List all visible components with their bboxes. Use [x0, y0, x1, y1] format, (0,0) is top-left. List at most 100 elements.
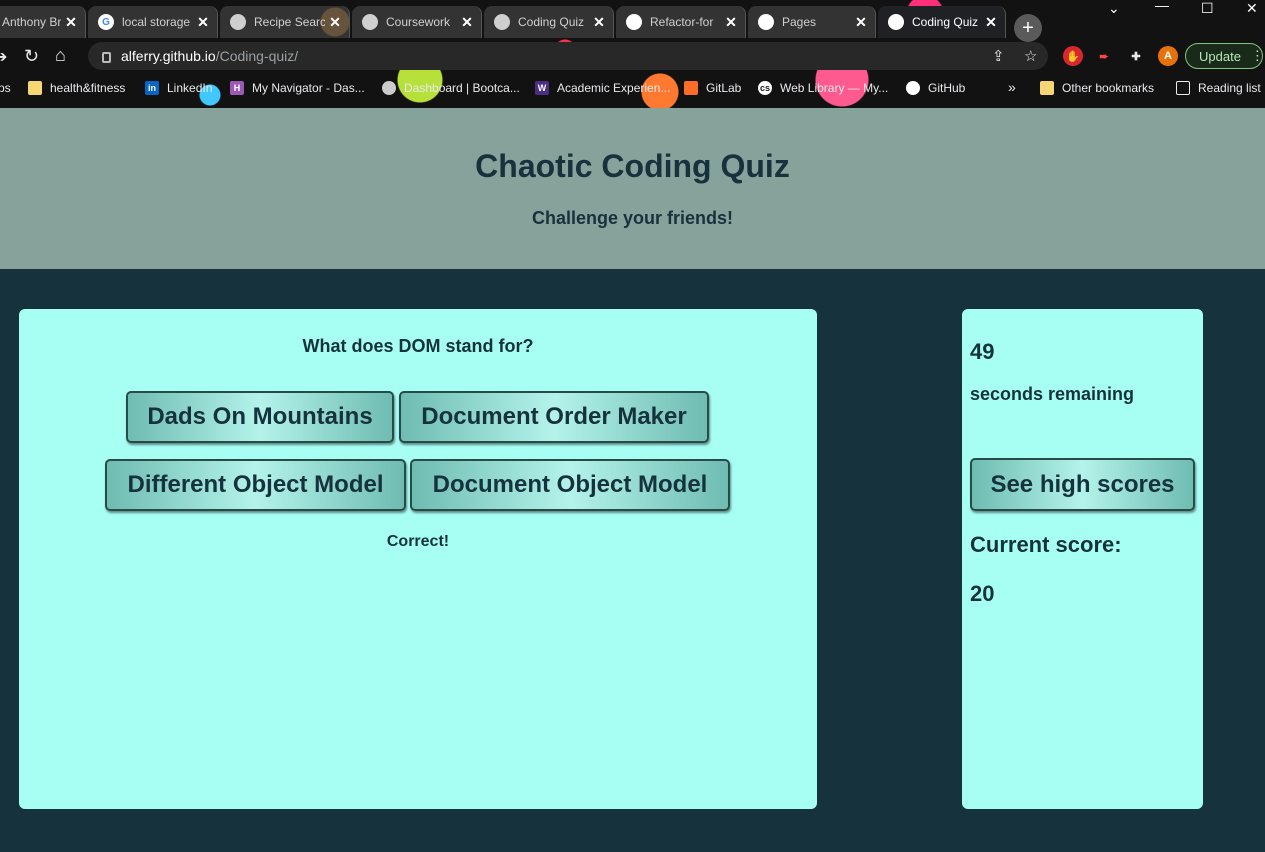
close-icon[interactable]: ✕ — [721, 14, 741, 31]
bookmark-gitlab[interactable]: GitLab — [684, 81, 741, 95]
reload-icon[interactable]: ↻ — [24, 46, 39, 67]
bookmark-web-library[interactable]: cs Web Library — My... — [758, 81, 888, 95]
close-icon[interactable]: ✕ — [457, 14, 477, 31]
answer-button[interactable]: Document Object Model — [410, 459, 730, 511]
bookmark-dashboard[interactable]: Dashboard | Bootca... — [382, 81, 520, 95]
adblock-icon[interactable]: ✋ — [1063, 46, 1083, 66]
share-icon[interactable]: ⇪ — [992, 47, 1005, 65]
maximize-icon[interactable]: ☐ — [1201, 0, 1214, 16]
navigator-icon: H — [230, 81, 244, 95]
url-path: /Coding-quiz/ — [215, 48, 299, 64]
reading-list-icon — [1176, 81, 1190, 95]
bookmark-linkedin[interactable]: in LinkedIn — [145, 81, 212, 95]
bookmark-label: Other bookmarks — [1062, 81, 1155, 95]
home-icon[interactable]: ⌂ — [55, 45, 66, 66]
high-scores-button[interactable]: See high scores — [970, 458, 1195, 511]
timer-label: seconds remaining — [970, 384, 1135, 404]
github-icon — [758, 14, 774, 30]
tab-title: Coding Quiz — [912, 15, 979, 29]
timer-value: 49 — [970, 339, 995, 364]
close-icon[interactable]: ✕ — [851, 14, 871, 31]
bookmark-label: GitLab — [706, 81, 742, 95]
tab-title: local storage — [122, 15, 191, 29]
tab-coding-quiz[interactable]: Coding Quiz ✕ — [484, 6, 614, 38]
folder-icon — [1040, 81, 1054, 95]
answer-feedback: Correct! — [386, 533, 450, 550]
answer-button[interactable]: Different Object Model — [105, 459, 406, 511]
quiz-card: What does DOM stand for? Dads On Mountai… — [19, 309, 817, 809]
bookmark-academic[interactable]: W Academic Experien... — [535, 81, 670, 95]
browser-chrome: Anthony Bro ✕ G local storage ✕ Recipe S… — [0, 0, 1265, 108]
tab-title: Refactor-for — [650, 15, 714, 29]
cs-icon: cs — [758, 81, 772, 95]
bookmark-label: My Navigator - Das... — [252, 81, 365, 95]
globe-icon — [362, 14, 378, 30]
google-icon: G — [98, 14, 114, 30]
uw-icon: W — [535, 81, 549, 95]
bookmarks-bar: ps health&fitness in LinkedIn H My Navigat… — [0, 76, 1265, 102]
update-label: Update — [1199, 48, 1241, 64]
tab-coursework[interactable]: Coursework ✕ — [352, 6, 482, 38]
score-panel: 49 seconds remaining See high scores Cur… — [962, 309, 1203, 809]
score-value: 20 — [970, 581, 995, 606]
url-host: alferry.github.io — [121, 48, 216, 64]
address-bar[interactable]: alferry.github.io/Coding-quiz/ ⇪ ☆ — [88, 42, 1048, 70]
github-icon — [626, 14, 642, 30]
update-button[interactable]: Update ⋮ — [1185, 43, 1264, 69]
page-title: Chaotic Coding Quiz — [475, 148, 790, 184]
score-label: Current score: — [970, 532, 1122, 557]
globe-icon — [888, 14, 904, 30]
tab-title: Pages — [782, 15, 817, 29]
menu-icon[interactable]: ⋮ — [1251, 48, 1264, 64]
answer-button[interactable]: Dads On Mountains — [126, 391, 394, 443]
tab-search-icon[interactable]: ⌄ — [1108, 0, 1120, 16]
folder-icon — [28, 81, 42, 95]
globe-icon — [494, 14, 510, 30]
screencast-icon[interactable]: ➨ — [1094, 46, 1114, 66]
star-icon[interactable]: ☆ — [1024, 47, 1037, 65]
forward-icon[interactable]: ➔ — [0, 47, 7, 67]
bookmark-label: GitHub — [928, 81, 966, 95]
tab-recipe-search[interactable]: Recipe Searc ✕ — [220, 6, 350, 38]
tab-anthony[interactable]: Anthony Bro ✕ — [0, 6, 86, 38]
window-close-icon[interactable]: ✕ — [1246, 0, 1258, 16]
gitlab-icon — [684, 81, 698, 95]
tab-local-storage[interactable]: G local storage ✕ — [88, 6, 218, 38]
bookmarks-overflow[interactable]: » — [1008, 79, 1016, 95]
close-icon[interactable]: ✕ — [981, 14, 1001, 31]
bookmark-apps[interactable]: ps — [0, 81, 11, 95]
globe-icon — [230, 14, 246, 30]
close-icon[interactable]: ✕ — [589, 14, 609, 31]
tab-coding-quiz-active[interactable]: Coding Quiz ✕ — [878, 6, 1006, 38]
bookmark-health[interactable]: health&fitness — [28, 81, 125, 95]
close-icon[interactable]: ✕ — [325, 14, 345, 31]
close-icon[interactable]: ✕ — [61, 14, 81, 31]
reading-list[interactable]: Reading list — [1176, 81, 1261, 95]
close-icon[interactable]: ✕ — [193, 14, 213, 31]
bookmark-label: LinkedIn — [167, 81, 213, 95]
page-subtitle: Challenge your friends! — [531, 208, 734, 228]
page-header: Chaotic Coding Quiz Challenge your frien… — [0, 108, 1265, 269]
answer-button[interactable]: Document Order Maker — [399, 391, 709, 443]
bookmark-label: Dashboard | Bootca... — [404, 81, 520, 95]
bookmark-label: Reading list — [1198, 81, 1261, 95]
globe-icon — [382, 81, 396, 95]
browser-toolbar: ➔ ↻ ⌂ alferry.github.io/Coding-quiz/ ⇪ ☆… — [0, 38, 1265, 74]
linkedin-icon: in — [145, 81, 159, 95]
tab-title: Recipe Searc — [254, 15, 325, 29]
bookmark-label: Academic Experien... — [557, 81, 671, 95]
minimize-icon[interactable]: — — [1155, 0, 1169, 13]
avatar[interactable]: A — [1158, 46, 1178, 66]
bookmark-label: ps — [0, 81, 11, 95]
tab-title: Anthony Bro — [2, 15, 61, 29]
tab-title: Coding Quiz — [518, 15, 585, 29]
bookmark-other[interactable]: Other bookmarks — [1040, 81, 1154, 95]
bookmark-navigator[interactable]: H My Navigator - Das... — [230, 81, 365, 95]
extensions-icon[interactable]: ✚ — [1126, 46, 1146, 66]
tab-pages[interactable]: Pages ✕ — [748, 6, 876, 38]
question-text: What does DOM stand for? — [302, 336, 534, 356]
lock-icon — [102, 51, 111, 63]
tab-refactor[interactable]: Refactor-for ✕ — [616, 6, 746, 38]
tab-strip: Anthony Bro ✕ G local storage ✕ Recipe S… — [0, 6, 1265, 42]
bookmark-github[interactable]: GitHub — [906, 81, 965, 95]
